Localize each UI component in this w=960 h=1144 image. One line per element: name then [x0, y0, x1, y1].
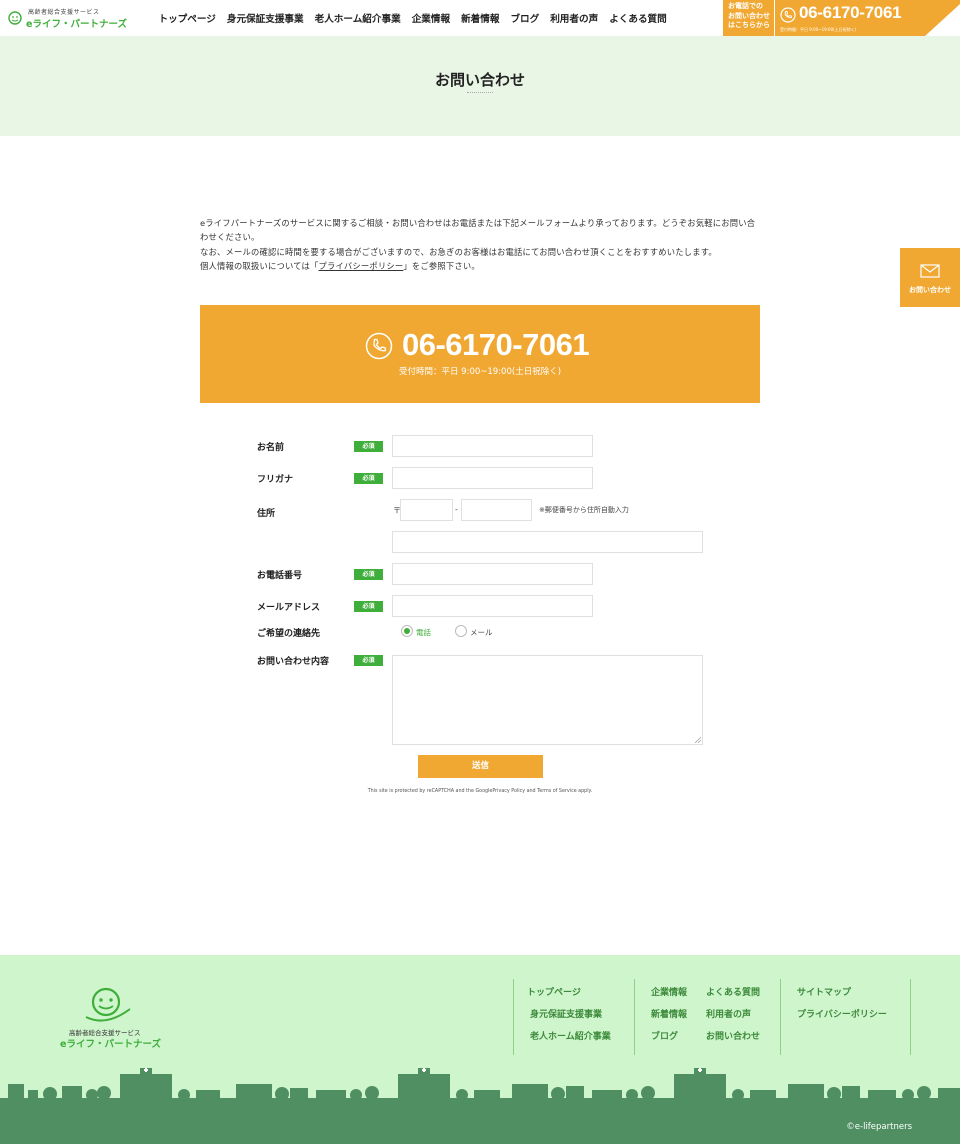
- intro-line: 個人情報の取扱いについては「プライバシーポリシー」をご参照下さい。: [200, 259, 760, 273]
- logo-tagline: 高齢者総合支援サービス: [28, 9, 100, 16]
- footer-divider: [780, 979, 781, 1055]
- footer-link-news[interactable]: 新着情報: [651, 1007, 687, 1020]
- footer-link-sitemap[interactable]: サイトマップ: [797, 985, 851, 998]
- footer-link-blog[interactable]: ブログ: [651, 1029, 678, 1042]
- phone-icon: [365, 332, 393, 360]
- banner-phone-hours: 受付時間：平日 9:00~19:00(土日祝除く): [398, 367, 562, 377]
- intro-text: eライフパートナーズのサービスに関するご相談・お問い合わせはお電話または下記メー…: [200, 216, 760, 274]
- intro-line: なお、メールの確認に時間を要する場合がございますので、お急ぎのお客様はお電話にて…: [200, 246, 717, 257]
- radio-email[interactable]: [455, 625, 467, 637]
- address-label: 住所: [257, 509, 276, 519]
- intro-line: eライフパートナーズのサービスに関するご相談・お問い合わせはお電話または下記メー…: [200, 218, 756, 243]
- radio-phone-label[interactable]: 電話: [416, 627, 431, 638]
- footer-logo[interactable]: 高齢者総合支援サービス eライフ・パートナーズ: [60, 987, 161, 1050]
- copyright: ©e-lifepartners: [846, 1122, 912, 1132]
- logo-name: eライフ・パートナーズ: [26, 19, 127, 30]
- footer-logo-name: eライフ・パートナーズ: [60, 1039, 161, 1050]
- header-phone[interactable]: 06-6170-7061 受付時間：平日 9:00~19:00(土日祝除く): [775, 0, 960, 36]
- footer-divider: [910, 979, 911, 1055]
- footer-link-guarantee[interactable]: 身元保証支援事業: [530, 1007, 602, 1020]
- footer-link-faq[interactable]: よくある質問: [706, 985, 760, 998]
- smile-logo-icon: [85, 987, 131, 1022]
- footer-divider: [634, 979, 635, 1055]
- contact-label: ご希望の連絡先: [257, 629, 321, 639]
- required-badge: 必須: [354, 655, 383, 666]
- side-contact-tab[interactable]: お問い合わせ: [900, 248, 960, 307]
- phone-input[interactable]: [392, 563, 593, 585]
- intro-text-part: 個人情報の取扱いについては「: [200, 261, 319, 272]
- phone-note-line: お問い合わせ: [728, 11, 770, 20]
- kana-label: フリガナ: [257, 475, 294, 485]
- site-logo[interactable]: 高齢者総合支援サービス eライフ・パートナーズ: [6, 6, 127, 30]
- footer-link-top[interactable]: トップページ: [527, 985, 581, 998]
- footer-link-nursing-home[interactable]: 老人ホーム紹介事業: [530, 1029, 611, 1042]
- recaptcha-notice: This site is protected by reCAPTCHA and …: [367, 789, 593, 794]
- header-phone-number: 06-6170-7061: [799, 3, 902, 22]
- footer-divider: [513, 979, 514, 1055]
- required-badge: 必須: [354, 473, 383, 484]
- header-phone-hours: 受付時間：平日 9:00~19:00(土日祝除く): [780, 27, 857, 32]
- privacy-policy-link[interactable]: プライバシーポリシー: [319, 261, 404, 271]
- smile-logo-icon: [8, 11, 22, 25]
- title-divider: [467, 92, 493, 93]
- nav-faq[interactable]: よくある質問: [609, 11, 667, 25]
- zip-second-input[interactable]: [461, 499, 532, 521]
- footer-link-voices[interactable]: 利用者の声: [706, 1007, 751, 1020]
- main-nav: トップページ 身元保証支援事業 老人ホーム紹介事業 企業情報 新着情報 ブログ …: [153, 0, 672, 36]
- phone-note-line: はこちらから: [728, 21, 770, 29]
- nav-blog[interactable]: ブログ: [510, 11, 539, 25]
- phone-note-line: お電話での: [728, 2, 763, 10]
- radio-phone[interactable]: [401, 625, 413, 637]
- required-badge: 必須: [354, 569, 383, 580]
- address-input[interactable]: [392, 531, 703, 553]
- radio-email-label[interactable]: メール: [470, 627, 493, 638]
- footer-link-privacy[interactable]: プライバシーポリシー: [797, 1007, 887, 1020]
- submit-button[interactable]: 送信: [418, 755, 543, 778]
- town-skyline-illustration: [0, 1068, 960, 1112]
- nav-guarantee[interactable]: 身元保証支援事業: [227, 11, 304, 25]
- site-header: 高齢者総合支援サービス eライフ・パートナーズ トップページ 身元保証支援事業 …: [0, 0, 960, 36]
- banner-phone-number: 06-6170-7061: [402, 327, 590, 362]
- footer-bottom-bar: ©e-lifepartners: [0, 1110, 960, 1144]
- mail-icon: [920, 264, 940, 278]
- nav-nursing-home[interactable]: 老人ホーム紹介事業: [315, 11, 401, 25]
- page-title: お問い合わせ: [434, 71, 525, 89]
- nav-company[interactable]: 企業情報: [412, 11, 450, 25]
- nav-news[interactable]: 新着情報: [461, 11, 499, 25]
- page-hero: お問い合わせ: [0, 36, 960, 136]
- message-textarea[interactable]: [392, 655, 703, 745]
- side-tab-label: お問い合わせ: [909, 286, 951, 294]
- zip-note: ※郵便番号から住所自動入力: [539, 506, 629, 514]
- phone-icon: [780, 7, 796, 23]
- message-label: お問い合わせ内容: [257, 657, 330, 667]
- name-input[interactable]: [392, 435, 593, 457]
- email-label: メールアドレス: [257, 603, 321, 613]
- kana-input[interactable]: [392, 467, 593, 489]
- nav-top[interactable]: トップページ: [159, 11, 216, 25]
- footer-link-company[interactable]: 企業情報: [651, 985, 687, 998]
- resize-handle-icon[interactable]: [695, 737, 701, 743]
- phone-banner[interactable]: 06-6170-7061 受付時間：平日 9:00~19:00(土日祝除く): [200, 305, 760, 403]
- nav-voices[interactable]: 利用者の声: [550, 11, 598, 25]
- footer-link-contact[interactable]: お問い合わせ: [706, 1029, 760, 1042]
- zip-first-input[interactable]: [400, 499, 453, 521]
- zip-dash: -: [455, 505, 458, 514]
- name-label: お名前: [257, 443, 285, 453]
- required-badge: 必須: [354, 441, 383, 452]
- phone-note: お電話での お問い合わせ はこちらから: [723, 0, 774, 36]
- intro-text-part: 」をご参照下さい。: [403, 261, 480, 272]
- phone-label: お電話番号: [257, 571, 303, 581]
- email-input[interactable]: [392, 595, 593, 617]
- required-badge: 必須: [354, 601, 383, 612]
